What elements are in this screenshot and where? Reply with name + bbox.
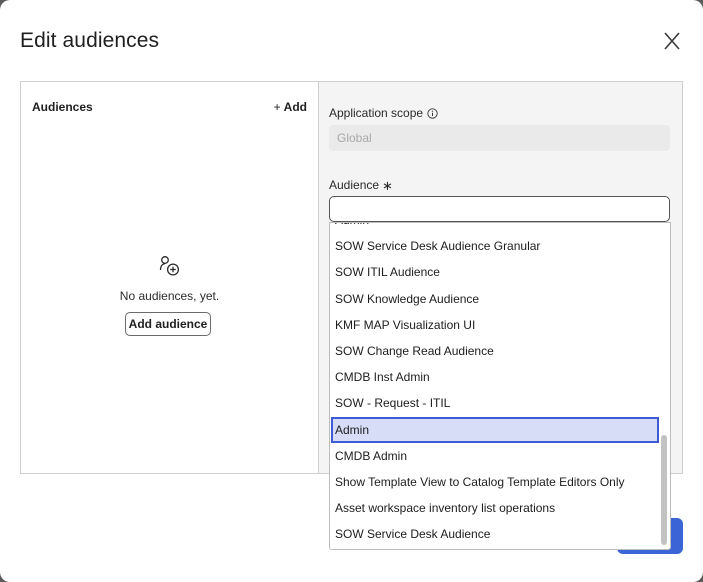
close-button[interactable]: [660, 29, 684, 53]
audience-label-text: Audience: [329, 178, 380, 192]
dropdown-option[interactable]: SOW ITIL Audience: [331, 259, 659, 285]
dropdown-option[interactable]: Admin: [331, 416, 659, 443]
dropdown-option[interactable]: Asset workspace inventory list operation…: [331, 495, 659, 521]
add-audience-button[interactable]: Add audience: [125, 312, 211, 336]
dropdown-option[interactable]: SOW Service Desk Audience: [331, 521, 659, 547]
plus-icon: +: [273, 100, 281, 114]
dropdown-option[interactable]: SOW Change Read Audience: [331, 338, 659, 364]
empty-state-text: No audiences, yet.: [119, 289, 220, 303]
audiences-list-pane: Audiences + Add No audiences, yet. Add au…: [21, 82, 319, 473]
dropdown-option[interactable]: Show Template View to Catalog Template E…: [331, 469, 659, 495]
audience-options-list: AdminSOW Service Desk Audience GranularS…: [331, 223, 659, 547]
dropdown-option[interactable]: KMF MAP Visualization UI: [331, 312, 659, 338]
add-link[interactable]: + Add: [274, 100, 307, 114]
dropdown-option[interactable]: Admin: [331, 223, 659, 233]
audiences-heading: Audiences: [32, 100, 93, 114]
application-scope-field: Global: [329, 125, 670, 151]
dropdown-option[interactable]: SOW Service Desk Audience Granular: [331, 233, 659, 259]
dropdown-option[interactable]: SOW Knowledge Audience: [331, 286, 659, 312]
scrollbar-thumb[interactable]: [661, 435, 667, 545]
dropdown-option[interactable]: CMDB Inst Admin: [331, 364, 659, 390]
add-link-label: Add: [283, 100, 307, 114]
application-scope-label: Application scope: [329, 106, 438, 120]
edit-audiences-dialog: Edit audiences Audiences + Add No audienc…: [0, 0, 703, 582]
application-scope-label-text: Application scope: [329, 106, 424, 120]
info-icon[interactable]: [427, 108, 438, 119]
required-icon: ∗: [382, 178, 393, 193]
close-icon: [664, 32, 680, 50]
audience-label: Audience ∗: [329, 178, 393, 194]
dialog-title: Edit audiences: [20, 29, 160, 52]
audience-dropdown[interactable]: AdminSOW Service Desk Audience GranularS…: [329, 222, 671, 550]
dropdown-option[interactable]: CMDB Admin: [331, 443, 659, 469]
add-user-icon: [159, 256, 180, 276]
audience-input[interactable]: [329, 196, 670, 222]
dropdown-scrollbar[interactable]: [659, 225, 669, 547]
dropdown-option[interactable]: SOW - Request - ITIL: [331, 390, 659, 416]
